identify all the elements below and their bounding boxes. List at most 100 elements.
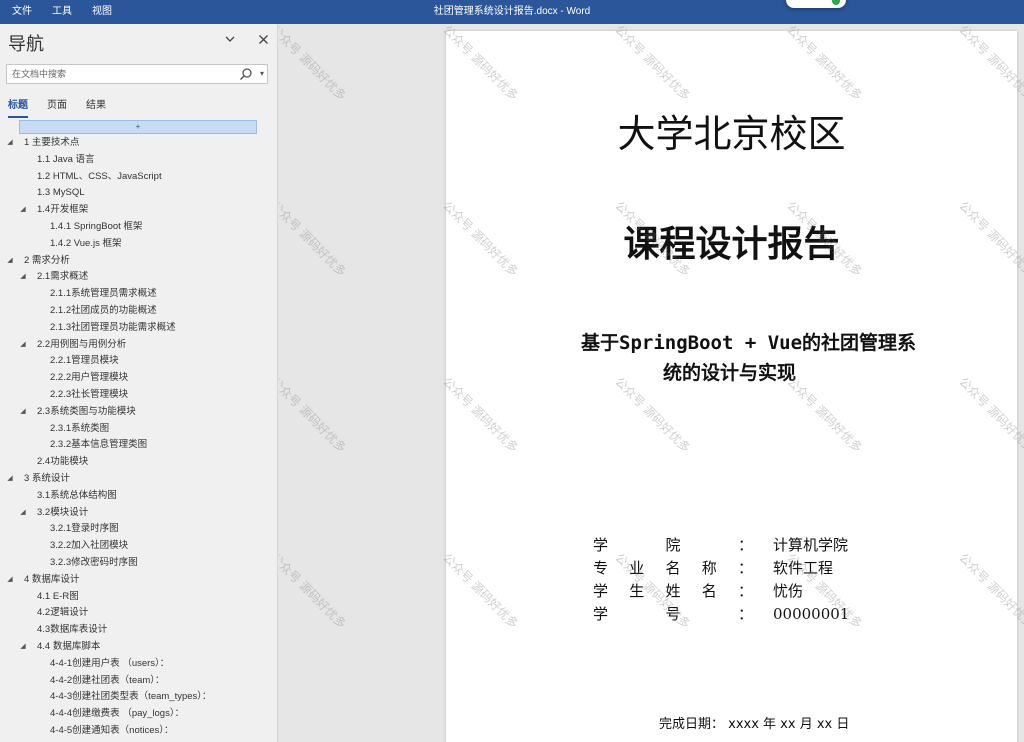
toc-item[interactable]: 3.1系统总体结构图 xyxy=(0,488,277,505)
menu-view[interactable]: 视图 xyxy=(82,0,122,24)
toc-item[interactable]: 4-4-1创建用户表 （users）： xyxy=(0,656,277,673)
university-name: 大学北京校区 xyxy=(617,112,846,156)
tab-headings[interactable]: 标题 xyxy=(8,96,28,118)
toc-item-label: 3.2.1登录时序图 xyxy=(50,523,119,535)
menu-file[interactable]: 文件 xyxy=(0,0,42,24)
toc-item[interactable]: 2.2.1管理员模块 xyxy=(0,353,277,370)
tab-results[interactable]: 结果 xyxy=(86,96,106,118)
expand-collapse-icon[interactable]: ◢ xyxy=(5,135,15,152)
toc-item[interactable]: 3.2.3修改密码时序图 xyxy=(0,555,277,572)
toc-item-label: 1 主要技术点 xyxy=(24,137,80,148)
toc-item[interactable]: 4.1 E-R图 xyxy=(0,589,277,606)
toc-item-label: 4.1 E-R图 xyxy=(37,590,79,602)
toc-item-label: 2.3.2基本信息管理类图 xyxy=(50,439,148,451)
toc-item-label: 1.2 HTML、CSS、JavaScript xyxy=(37,170,162,182)
toc-item[interactable]: ◢ 2.3系统类图与功能模块 xyxy=(0,404,277,421)
toc-item[interactable]: ◢ 2.2用例图与用例分析 xyxy=(0,337,277,354)
toc-item[interactable]: 4-4-4创建缴费表 （pay_logs）： xyxy=(0,706,277,723)
search-input[interactable] xyxy=(7,65,242,83)
info-label-char: ： xyxy=(737,605,753,623)
info-label-char: 院 xyxy=(665,536,681,554)
toc-item[interactable]: 4-4-5创建通知表（notices）： xyxy=(0,723,277,740)
toc-item[interactable]: 2.3.2基本信息管理类图 xyxy=(0,437,277,454)
expand-collapse-icon[interactable]: ◢ xyxy=(5,471,15,488)
info-label-char: 名 xyxy=(701,582,717,600)
toc-item[interactable]: 2.1.1系统管理员需求概述 xyxy=(0,286,277,303)
info-label-char: 生 xyxy=(629,582,645,600)
toc-item[interactable]: 4.3数据库表设计 xyxy=(0,622,277,639)
document-page[interactable]: 大学北京校区 课程设计报告 基于SpringBoot + Vue的社团管理系 统… xyxy=(446,31,1017,742)
info-label: 专 业 名 称 ： xyxy=(593,557,753,580)
completion-date: 完成日期： xxxx 年 xx 月 xx 日 xyxy=(659,717,850,732)
search-options-dropdown-icon[interactable]: ▾ xyxy=(260,67,264,81)
menu-tools[interactable]: 工具 xyxy=(42,0,82,24)
toc-item-label: 2.1.3社团管理员功能需求概述 xyxy=(50,321,176,333)
toc-item[interactable]: 2.2.3社长管理模块 xyxy=(0,387,277,404)
toc-item[interactable]: 1.4.2 Vue.js 框架 xyxy=(0,236,277,253)
toc-item[interactable]: 2.1.2社团成员的功能概述 xyxy=(0,303,277,320)
toc-item[interactable]: ◢ 1.4开发框架 xyxy=(0,202,277,219)
expand-collapse-icon[interactable]: ◢ xyxy=(18,404,28,421)
toc-item[interactable]: ◢ 3 系统设计 xyxy=(0,471,277,488)
toc-item-label: 4.4 数据库脚本 xyxy=(37,640,101,652)
toc-item[interactable]: 3.2.1登录时序图 xyxy=(0,521,277,538)
search-icon[interactable] xyxy=(239,67,253,81)
toc-item[interactable]: ◢ 4 数据库设计 xyxy=(0,572,277,589)
toc-item[interactable]: 4-4-2创建社团表（team）： xyxy=(0,673,277,690)
toc-item-label: 4 数据库设计 xyxy=(24,573,80,585)
expand-collapse-icon[interactable]: ◢ xyxy=(18,337,28,354)
toc-item-label: 4-4-3创建社团类型表（team_types）： xyxy=(50,691,212,703)
toc-item[interactable]: 1.4.1 SpringBoot 框架 xyxy=(0,219,277,236)
info-value: 软件工程 xyxy=(773,559,834,577)
toc-item-label: 2.2.2用户管理模块 xyxy=(50,372,129,384)
tab-pages[interactable]: 页面 xyxy=(47,96,67,118)
info-label-char: 业 xyxy=(629,559,645,577)
watermark-text: 公众号 源码好优多 xyxy=(279,24,349,104)
toc-item[interactable]: 2.2.2用户管理模块 xyxy=(0,370,277,387)
toc-item[interactable]: 2.3.1系统类图 xyxy=(0,421,277,438)
toc-item-label: 3 系统设计 xyxy=(24,472,70,484)
toc-item[interactable]: 1.2 HTML、CSS、JavaScript xyxy=(0,169,277,186)
info-label-char: ： xyxy=(737,536,753,554)
document-workspace: 大学北京校区 课程设计报告 基于SpringBoot + Vue的社团管理系 统… xyxy=(279,24,1024,742)
toc-item[interactable]: 1.1 Java 语言 xyxy=(0,152,277,169)
toc-item[interactable]: ◢ 4.4 数据库脚本 xyxy=(0,639,277,656)
toc-item[interactable]: ◢ 2.1需求概述 xyxy=(0,269,277,286)
info-value: 忧伤 xyxy=(773,582,804,600)
toc-item[interactable]: 1.3 MySQL xyxy=(0,185,277,202)
toc-item-label: 2.2用例图与用例分析 xyxy=(37,338,127,350)
info-label: 学 院 ： xyxy=(593,534,753,557)
expand-collapse-icon[interactable]: ◢ xyxy=(18,202,28,219)
expand-collapse-icon[interactable]: ◢ xyxy=(18,269,28,286)
expand-collapse-icon[interactable]: ◢ xyxy=(5,572,15,589)
toc-item[interactable]: ◢ 2 需求分析 xyxy=(0,253,277,270)
toc-item-label: 2.1.2社团成员的功能概述 xyxy=(50,304,157,316)
toc-item[interactable]: 2.4功能模块 xyxy=(0,454,277,471)
expand-collapse-icon[interactable]: ◢ xyxy=(5,253,15,270)
toc-item[interactable]: 4.2逻辑设计 xyxy=(0,605,277,622)
toc-item[interactable]: ◢ 3.2模块设计 xyxy=(0,505,277,522)
toc-item-label: 4-4-5创建通知表（notices）： xyxy=(50,724,174,736)
expand-collapse-icon[interactable]: ◢ xyxy=(18,505,28,522)
info-value: 计算机学院 xyxy=(773,536,849,554)
info-label-char: 专 xyxy=(593,559,609,577)
title-bar: 文件 工具 视图 社团管理系统设计报告.docx - Word xyxy=(0,0,1024,24)
info-label-char: 称 xyxy=(701,559,717,577)
toc-item[interactable]: 2.1.3社团管理员功能需求概述 xyxy=(0,320,277,337)
toc-item-label: 2 需求分析 xyxy=(24,254,70,266)
toc-item[interactable]: 3.2.2加入社团模块 xyxy=(0,538,277,555)
toc-item-label: 1.3 MySQL xyxy=(37,187,85,199)
watermark-text: 公众号 源码好优多 xyxy=(279,374,349,456)
toc-item[interactable]: ◢ 1 主要技术点 xyxy=(0,135,277,152)
navigation-pane-title: 导航 xyxy=(8,34,44,54)
expand-collapse-icon[interactable]: ◢ xyxy=(18,639,28,656)
toc-item-label: 2.1需求概述 xyxy=(37,271,89,283)
info-label-char: 学 xyxy=(593,605,609,623)
pane-options-chevron-icon[interactable] xyxy=(222,30,238,50)
toc-item[interactable]: 4-4-3创建社团类型表（team_types）： xyxy=(0,689,277,706)
watermark-text: 公众号 源码好优多 xyxy=(279,550,349,632)
toc-item-label: 4.3数据库表设计 xyxy=(37,624,108,636)
close-pane-icon[interactable] xyxy=(255,30,271,50)
toc-item-label: 2.3系统类图与功能模块 xyxy=(37,405,136,417)
floating-widget[interactable] xyxy=(786,0,846,8)
